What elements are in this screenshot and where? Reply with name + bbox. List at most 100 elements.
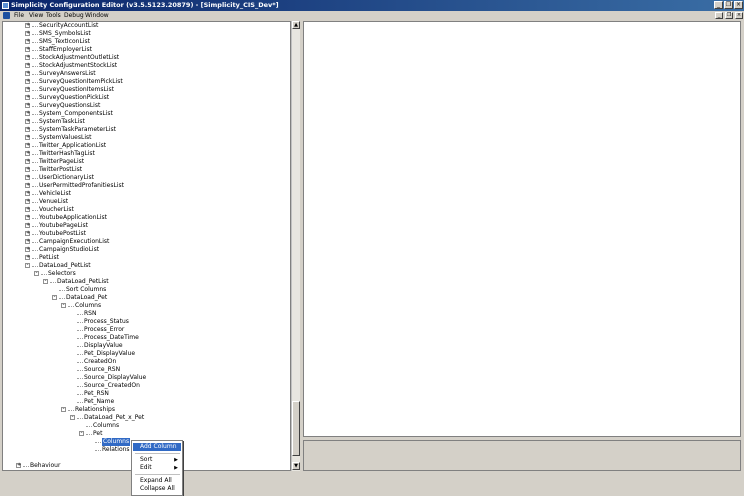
collapse-icon[interactable]: - xyxy=(61,303,66,308)
tree-node[interactable]: + SurveyAnswersList xyxy=(3,70,288,78)
collapse-icon[interactable]: - xyxy=(52,295,57,300)
expand-icon[interactable]: + xyxy=(25,247,30,252)
tree-node[interactable]: - Relationships xyxy=(3,406,288,414)
tree-node[interactable]: + StockAdjustmentOutletList xyxy=(3,54,288,62)
tree-node[interactable]: + YoutubePostList xyxy=(3,230,288,238)
tree-node[interactable]: + SMS_TextIconList xyxy=(3,38,288,46)
expand-icon[interactable]: + xyxy=(25,207,30,212)
collapse-icon[interactable]: - xyxy=(34,271,39,276)
tree-node[interactable]: + YoutubeApplicationList xyxy=(3,214,288,222)
tree-node[interactable]: + TwitterPostList xyxy=(3,166,288,174)
menu-file[interactable]: File xyxy=(14,12,24,19)
expand-icon[interactable]: + xyxy=(25,39,30,44)
tree-node[interactable]: + YoutubePageList xyxy=(3,222,288,230)
tree-node[interactable]: - Selectors xyxy=(3,270,288,278)
expand-icon[interactable]: + xyxy=(25,79,30,84)
tree-node[interactable]: DisplayValue xyxy=(3,342,288,350)
expand-icon[interactable]: + xyxy=(25,71,30,76)
context-menu-add-column[interactable]: Add Column xyxy=(133,443,181,451)
tree-node[interactable]: + SecurityAccountList xyxy=(3,22,288,30)
expand-icon[interactable]: + xyxy=(25,87,30,92)
expand-icon[interactable]: + xyxy=(25,231,30,236)
menu-view[interactable]: View xyxy=(29,12,43,19)
tree-node[interactable]: + SystemTaskParameterList xyxy=(3,126,288,134)
expand-icon[interactable]: + xyxy=(25,143,30,148)
expand-icon[interactable]: + xyxy=(25,175,30,180)
tree-node[interactable]: Process_DateTime xyxy=(3,334,288,342)
menu-window[interactable]: Window xyxy=(85,12,109,19)
minimize-button[interactable]: _ xyxy=(714,1,723,9)
menu-debug[interactable]: Debug xyxy=(64,12,84,19)
expand-icon[interactable]: + xyxy=(25,223,30,228)
tree-node[interactable]: - Pet xyxy=(3,430,288,438)
scroll-thumb[interactable] xyxy=(292,401,300,456)
tree-node[interactable]: Process_Error xyxy=(3,326,288,334)
scroll-up-button[interactable]: ▲ xyxy=(292,21,300,29)
tree-node[interactable]: + StaffEmployerList xyxy=(3,46,288,54)
tree-node[interactable]: Sort Columns xyxy=(3,286,288,294)
expand-icon[interactable]: + xyxy=(25,127,30,132)
mdi-close-button[interactable]: × xyxy=(735,12,743,19)
tree-node[interactable]: + SystemValuesList xyxy=(3,134,288,142)
tree-node[interactable]: CreatedOn xyxy=(3,358,288,366)
tree-node[interactable]: + UserPermittedProfanitiesList xyxy=(3,182,288,190)
context-menu-sort[interactable]: Sort ▶ xyxy=(133,456,181,464)
expand-icon[interactable]: + xyxy=(25,55,30,60)
tree-node[interactable]: + VehicleList xyxy=(3,190,288,198)
tree-scrollbar[interactable]: ▲ ▼ xyxy=(291,21,300,471)
tree-node[interactable]: - DataLoad_PetList xyxy=(3,262,288,270)
scroll-down-button[interactable]: ▼ xyxy=(292,462,300,470)
expand-icon[interactable]: + xyxy=(25,95,30,100)
expand-icon[interactable]: + xyxy=(16,463,21,468)
tree-node[interactable]: + SMS_SymbolsList xyxy=(3,30,288,38)
tree-node[interactable]: + TwitterPageList xyxy=(3,158,288,166)
tree-node[interactable]: Source_RSN xyxy=(3,366,288,374)
tree-node[interactable]: + UserDictionaryList xyxy=(3,174,288,182)
tree-node[interactable]: + VenueList xyxy=(3,198,288,206)
expand-icon[interactable]: + xyxy=(25,159,30,164)
tree-node[interactable]: Source_CreatedOn xyxy=(3,382,288,390)
tree-node[interactable]: + SystemTaskList xyxy=(3,118,288,126)
expand-icon[interactable]: + xyxy=(25,151,30,156)
expand-icon[interactable]: + xyxy=(25,215,30,220)
tree-node[interactable]: + SurveyQuestionsList xyxy=(3,102,288,110)
tree-node[interactable]: + PetList xyxy=(3,254,288,262)
collapse-icon[interactable]: - xyxy=(43,279,48,284)
expand-icon[interactable]: + xyxy=(25,103,30,108)
tree-node[interactable]: + TwitterHashTagList xyxy=(3,150,288,158)
tree-node[interactable]: RSN xyxy=(3,310,288,318)
tree-node[interactable]: - DataLoad_PetList xyxy=(3,278,288,286)
expand-icon[interactable]: + xyxy=(25,63,30,68)
context-menu-collapse-all[interactable]: Collapse All xyxy=(133,485,181,493)
tree-node[interactable]: + VoucherList xyxy=(3,206,288,214)
expand-icon[interactable]: + xyxy=(25,191,30,196)
tree-node[interactable]: Process_Status xyxy=(3,318,288,326)
property-grid[interactable] xyxy=(303,21,741,437)
expand-icon[interactable]: + xyxy=(25,111,30,116)
collapse-icon[interactable]: - xyxy=(61,407,66,412)
restore-button[interactable]: ❐ xyxy=(724,1,733,9)
expand-icon[interactable]: + xyxy=(25,183,30,188)
tree-node[interactable]: + SurveyQuestionPickList xyxy=(3,94,288,102)
expand-icon[interactable]: + xyxy=(25,199,30,204)
tree-node[interactable]: + Twitter_ApplicationList xyxy=(3,142,288,150)
mdi-minimize-button[interactable]: _ xyxy=(715,12,723,19)
tree-node[interactable]: - Columns xyxy=(3,302,288,310)
tree-node[interactable]: - DataLoad_Pet xyxy=(3,294,288,302)
document-icon[interactable] xyxy=(3,12,10,19)
context-menu-edit[interactable]: Edit ▶ xyxy=(133,464,181,472)
menu-tools[interactable]: Tools xyxy=(46,12,61,19)
tree-node[interactable]: + System_ComponentsList xyxy=(3,110,288,118)
mdi-restore-button[interactable]: ❐ xyxy=(725,12,733,19)
tree-node[interactable]: - DataLoad_Pet_x_Pet xyxy=(3,414,288,422)
close-button[interactable]: × xyxy=(734,1,743,9)
tree-node[interactable]: + StockAdjustmentStockList xyxy=(3,62,288,70)
collapse-icon[interactable]: - xyxy=(70,415,75,420)
configuration-tree[interactable]: + SecurityAccountList + SMS_SymbolsList + SMS… xyxy=(2,21,291,471)
tree-node[interactable]: + CampaignStudioList xyxy=(3,246,288,254)
tree-node[interactable]: Pet_RSN xyxy=(3,390,288,398)
tree-node[interactable]: Pet_Name xyxy=(3,398,288,406)
tree-node[interactable]: + CampaignExecutionList xyxy=(3,238,288,246)
expand-icon[interactable]: + xyxy=(25,239,30,244)
context-menu-expand-all[interactable]: Expand All xyxy=(133,477,181,485)
